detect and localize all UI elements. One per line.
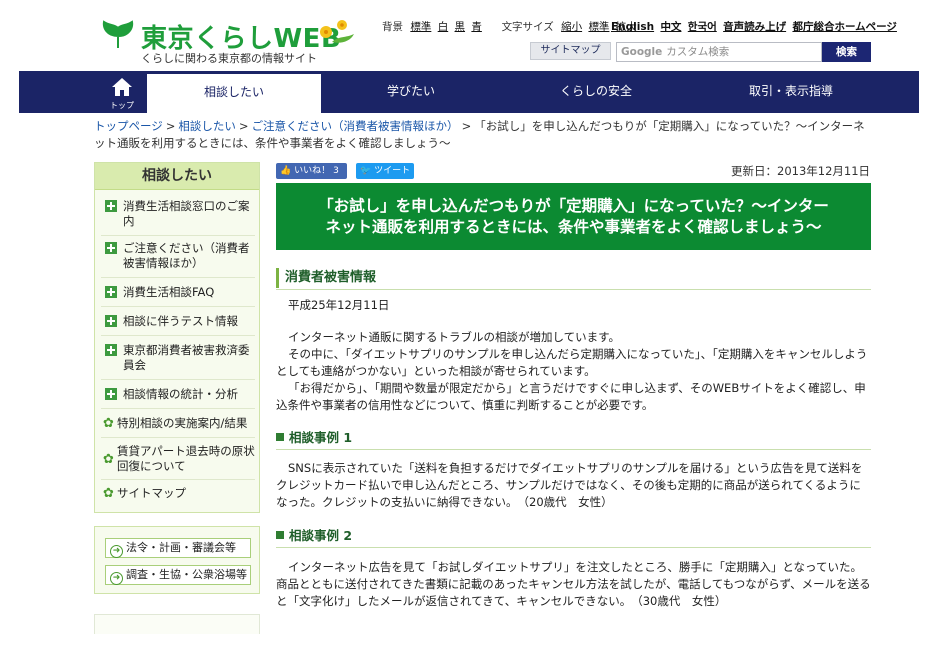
page-title-line2: ネット通販を利用するときには、条件や事業者をよく確認しましょう〜	[325, 218, 822, 236]
section-divider	[276, 289, 871, 290]
search-input[interactable]: Google カスタム検索	[616, 42, 822, 62]
lang-english[interactable]: English	[611, 21, 654, 33]
sidebar-item-sitemap[interactable]: ✿ サイトマップ	[101, 486, 255, 501]
language-links: English 中文 한국어 音声読み上げ 都庁総合ホームページ	[611, 19, 900, 34]
plus-icon	[105, 242, 117, 254]
breadcrumb-caution[interactable]: ご注意ください（消費者被害情報ほか）	[252, 119, 459, 133]
sidebar-item-label: サイトマップ	[117, 486, 186, 500]
global-nav: トップ 相談したい 学びたい くらしの安全 取引・表示指導	[19, 71, 919, 113]
case2-heading: 相談事例 2	[276, 527, 871, 545]
bg-option-blue[interactable]: 青	[471, 21, 482, 33]
sidebar-item-consult-window[interactable]: 消費生活相談窓口のご案内	[101, 199, 255, 229]
display-options: 背景 標準 白 黒 青 文字サイズ 縮小 標準 拡大	[382, 19, 640, 34]
sidebar-item-label: 東京都消費者被害救済委員会	[123, 343, 250, 372]
page-title: 「お試し」を申し込んだつもりが「定期購入」になっていた？〜インター ネット通販を…	[276, 183, 871, 250]
nav-home-label: トップ	[110, 101, 134, 110]
plus-icon	[105, 286, 117, 298]
star-icon: ✿	[103, 486, 114, 501]
logo-subtitle: くらしに関わる東京都の情報サイト	[141, 52, 317, 65]
thumbs-up-icon: 👍	[280, 166, 292, 176]
font-size-small[interactable]: 縮小	[561, 21, 582, 33]
sidebar-item-caution[interactable]: ご注意ください（消費者被害情報ほか）	[101, 241, 255, 271]
plus-icon	[105, 315, 117, 327]
intro-paragraph-3: 「お得だから」、「期間や数量が限定だから」と言うだけですぐに申し込まず、そのWE…	[276, 381, 866, 412]
case1-divider	[276, 449, 871, 450]
sidebar-item-label: 賃貸アパート退去時の原状回復について	[117, 444, 255, 473]
nav-home[interactable]: トップ	[97, 71, 147, 113]
google-brand: Google	[621, 46, 663, 58]
laws-plans-button[interactable]: ➜ 法令・計画・審議会等	[105, 538, 251, 558]
nav-tab-consult[interactable]: 相談したい	[147, 71, 321, 113]
section-heading: 消費者被害情報	[276, 268, 871, 288]
article-date: 平成25年12月11日	[288, 298, 390, 312]
font-size-standard[interactable]: 標準	[588, 21, 609, 33]
star-icon: ✿	[103, 452, 114, 467]
bg-option-black[interactable]: 黒	[455, 21, 466, 33]
sidebar-item-label: 消費生活相談窓口のご案内	[123, 199, 250, 228]
search-button[interactable]: 検索	[822, 42, 871, 62]
lang-korean[interactable]: 한국어	[688, 21, 717, 33]
arrow-right-icon: ➜	[110, 572, 123, 585]
voice-reader-link[interactable]: 音声読み上げ	[723, 21, 786, 33]
case1-heading: 相談事例 1	[276, 429, 871, 447]
sidebar-item-faq[interactable]: 消費生活相談FAQ	[101, 285, 255, 300]
sidebar-extra-box	[94, 614, 260, 634]
tweet-label: ツイート	[374, 166, 411, 176]
case2-body: インターネット広告を見て「お試しダイエットサプリ」を注文したところ、勝手に「定期…	[276, 560, 871, 608]
font-size-label: 文字サイズ	[501, 21, 554, 33]
case2-divider	[276, 547, 871, 548]
metro-gov-home-link[interactable]: 都庁総合ホームページ	[792, 21, 896, 33]
tweet-button[interactable]: 🐦 ツイート	[356, 163, 414, 179]
flower-icon	[320, 20, 354, 43]
survey-coop-label: 調査・生協・公衆浴場等	[126, 568, 247, 581]
like-count: 3	[333, 166, 339, 176]
plus-icon	[105, 388, 117, 400]
ginkgo-leaf-icon	[102, 20, 134, 48]
sidebar-item-test-info[interactable]: 相談に伴うテスト情報	[101, 314, 255, 329]
plus-icon	[105, 200, 117, 212]
arrow-right-icon: ➜	[110, 545, 123, 558]
sidebar-item-label: 相談に伴うテスト情報	[123, 314, 238, 328]
sitemap-button[interactable]: サイトマップ	[530, 42, 611, 60]
case1-body: SNSに表示されていた「送料を負担するだけでダイエットサプリのサンプルを届ける」…	[276, 461, 863, 509]
sidebar-buttons: ➜ 法令・計画・審議会等 ➜ 調査・生協・公衆浴場等	[94, 526, 260, 594]
star-icon: ✿	[103, 416, 114, 431]
sidebar-heading: 相談したい	[95, 163, 259, 190]
nav-tab-learn[interactable]: 学びたい	[321, 71, 501, 113]
home-icon	[112, 78, 132, 96]
sidebar-item-statistics[interactable]: 相談情報の統計・分析	[101, 387, 255, 402]
survey-coop-button[interactable]: ➜ 調査・生協・公衆浴場等	[105, 565, 251, 585]
page-title-line1: 「お試し」を申し込んだつもりが「定期購入」になっていた？〜インター	[318, 197, 829, 215]
sidebar-item-label: 相談情報の統計・分析	[123, 387, 238, 401]
intro-paragraph-2: その中に、「ダイエットサプリのサンプルを申し込んだら定期購入になっていた」、「定…	[276, 347, 868, 378]
breadcrumb-top[interactable]: トップページ	[94, 119, 163, 133]
laws-plans-label: 法令・計画・審議会等	[126, 541, 236, 554]
square-bullet-icon	[276, 433, 284, 441]
facebook-like-button[interactable]: 👍 いいね！ 3	[276, 163, 347, 179]
breadcrumb: トップページ > 相談したい > ご注意ください（消費者被害情報ほか） > 「お試し」を申し…	[94, 119, 865, 150]
search-placeholder: カスタム検索	[666, 46, 730, 58]
lang-chinese[interactable]: 中文	[660, 21, 681, 33]
sidebar-item-label: ご注意ください（消費者被害情報ほか）	[123, 241, 250, 270]
sidebar-menu: 相談したい 消費生活相談窓口のご案内 ご注意ください（消費者被害情報ほか） 消費…	[94, 162, 260, 513]
sidebar-item-apartment[interactable]: ✿ 賃貸アパート退去時の原状回復について	[101, 444, 255, 474]
nav-tab-safety[interactable]: くらしの安全	[501, 71, 691, 113]
square-bullet-icon	[276, 531, 284, 539]
sidebar-item-relief-committee[interactable]: 東京都消費者被害救済委員会	[101, 343, 255, 373]
intro-paragraph-1: インターネット通販に関するトラブルの相談が増加しています。	[288, 330, 621, 344]
breadcrumb-consult[interactable]: 相談したい	[178, 119, 236, 133]
bg-option-standard[interactable]: 標準	[410, 21, 431, 33]
like-label: いいね！	[294, 166, 331, 176]
sidebar-item-special-consult[interactable]: ✿ 特別相談の実施案内/結果	[101, 416, 255, 431]
sidebar-item-label: 特別相談の実施案内/結果	[117, 416, 248, 430]
updated-date: 更新日：2013年12月11日	[731, 164, 871, 178]
twitter-bird-icon: 🐦	[360, 166, 372, 176]
background-label: 背景	[382, 21, 403, 33]
site-logo[interactable]: 東京くらしWEB くらしに関わる東京都の情報サイト	[101, 14, 361, 66]
nav-tab-trade[interactable]: 取引・表示指導	[691, 71, 891, 113]
bg-option-white[interactable]: 白	[438, 21, 449, 33]
sidebar-item-label: 消費生活相談FAQ	[123, 285, 215, 299]
plus-icon	[105, 344, 117, 356]
